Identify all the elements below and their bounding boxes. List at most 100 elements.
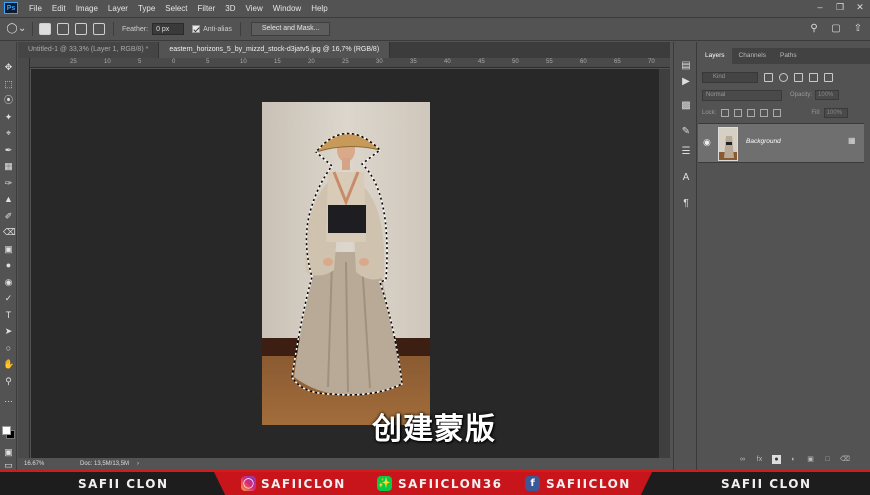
menu-window[interactable]: Window xyxy=(273,4,301,13)
quick-mask-icon[interactable]: ▣ xyxy=(3,447,14,458)
lock-all-icon[interactable] xyxy=(773,109,782,117)
layer-row-background[interactable]: ◉ Background ▦ xyxy=(698,123,864,163)
crop-tool-icon[interactable]: ⌖ xyxy=(3,128,14,139)
adjustments-panel-icon[interactable]: ✎ xyxy=(680,126,692,138)
link-icon[interactable]: ∞ xyxy=(738,455,747,464)
type-tool-icon[interactable]: T xyxy=(3,310,14,321)
tab-paths[interactable]: Paths xyxy=(773,48,804,64)
search-icon[interactable]: ⚲ xyxy=(808,23,820,35)
lasso-tool-icon[interactable]: ◯ xyxy=(6,23,18,35)
smart-object-filter-icon[interactable] xyxy=(824,72,833,82)
shape-filter-icon[interactable] xyxy=(809,72,818,82)
path-selection-icon[interactable]: ➤ xyxy=(3,326,14,337)
gradient-tool-icon[interactable]: ▣ xyxy=(3,244,14,255)
menu-file[interactable]: File xyxy=(29,4,42,13)
add-mask-icon[interactable]: ● xyxy=(772,455,781,464)
kind-filter-select[interactable]: Kind xyxy=(702,71,758,83)
menu-edit[interactable]: Edit xyxy=(52,4,66,13)
lock-image-icon[interactable] xyxy=(734,109,743,117)
share-icon[interactable]: ⇧ xyxy=(852,23,864,35)
hand-tool-icon[interactable]: ✋ xyxy=(3,359,14,370)
divider xyxy=(239,22,241,36)
chevron-down-icon[interactable]: ⌄ xyxy=(18,23,26,35)
clone-stamp-icon[interactable]: ▲ xyxy=(3,194,14,205)
close-icon[interactable]: ✕ xyxy=(854,2,866,12)
brush-tool-icon[interactable]: ✑ xyxy=(3,178,14,189)
menu-select[interactable]: Select xyxy=(165,4,187,13)
horizontal-ruler: 25 10 5 0 5 10 15 20 25 30 35 40 45 50 55 60 65 70 xyxy=(30,58,670,68)
menu-bar: Ps File Edit Image Layer Type Select Fil… xyxy=(0,0,870,16)
add-to-selection-icon[interactable] xyxy=(57,23,69,35)
properties-panel-icon[interactable]: ☰ xyxy=(680,146,692,158)
tab-eastern-horizons[interactable]: eastern_horizons_5_by_mizzd_stock-d3jatv… xyxy=(159,42,391,58)
menu-type[interactable]: Type xyxy=(138,4,155,13)
more-tools-icon[interactable]: … xyxy=(3,394,14,405)
menu-3d[interactable]: 3D xyxy=(225,4,235,13)
fill-input[interactable]: 100% xyxy=(823,108,848,118)
zoom-level[interactable]: 16.67% xyxy=(24,461,64,467)
tab-layers[interactable]: Layers xyxy=(698,48,732,64)
lock-transparent-icon[interactable] xyxy=(721,109,730,117)
libraries-panel-icon[interactable]: ▩ xyxy=(680,100,692,112)
menu-filter[interactable]: Filter xyxy=(198,4,216,13)
adjustment-filter-icon[interactable] xyxy=(779,72,788,82)
menu-help[interactable]: Help xyxy=(311,4,327,13)
character-panel-icon[interactable]: A xyxy=(680,172,692,184)
eyedropper-icon[interactable]: ✒ xyxy=(3,145,14,156)
zoom-tool-icon[interactable]: ⚲ xyxy=(3,376,14,387)
healing-brush-icon[interactable]: ▦ xyxy=(3,161,14,172)
ruler-tick-label: 20 xyxy=(308,59,315,65)
pixel-filter-icon[interactable] xyxy=(764,72,773,82)
tab-channels[interactable]: Channels xyxy=(732,48,773,64)
menu-image[interactable]: Image xyxy=(76,4,98,13)
eye-icon[interactable]: ◉ xyxy=(703,138,713,147)
lock-artboard-icon[interactable] xyxy=(760,109,769,117)
intersect-selection-icon[interactable] xyxy=(93,23,105,35)
ruler-tick-label: 5 xyxy=(138,59,142,65)
document-tabs: Untitled-1 @ 33,3% (Layer 1, RGB/8) * ea… xyxy=(18,42,670,58)
vertical-scrollbar[interactable] xyxy=(659,69,670,458)
workspace-icon[interactable]: ▢ xyxy=(830,23,842,35)
opacity-label: Opacity: xyxy=(790,92,813,98)
menu-layer[interactable]: Layer xyxy=(108,4,128,13)
blend-mode-select[interactable]: Normal xyxy=(702,89,782,101)
type-filter-icon[interactable] xyxy=(794,72,803,82)
history-panel-icon[interactable]: ▤ xyxy=(680,60,692,72)
dodge-tool-icon[interactable]: ◉ xyxy=(3,277,14,288)
eraser-icon[interactable]: ⌫ xyxy=(3,227,16,238)
adjustment-layer-icon[interactable]: ◐ xyxy=(789,455,798,464)
blur-tool-icon[interactable]: ● xyxy=(3,260,14,271)
foreground-color-swatch[interactable] xyxy=(2,426,11,435)
restore-icon[interactable]: ❐ xyxy=(834,2,846,12)
lock-icon[interactable]: ▦ xyxy=(848,137,856,145)
new-selection-icon[interactable] xyxy=(39,23,51,35)
ellipse-tool-icon[interactable]: ○ xyxy=(3,343,14,354)
tab-untitled[interactable]: Untitled-1 @ 33,3% (Layer 1, RGB/8) * xyxy=(18,42,160,58)
chevron-right-icon[interactable]: › xyxy=(137,461,139,467)
lasso-tool-icon[interactable]: ⦿ xyxy=(3,95,14,106)
move-tool-icon[interactable]: ✥ xyxy=(3,62,14,73)
paragraph-panel-icon[interactable]: ¶ xyxy=(680,198,692,210)
actions-panel-icon[interactable]: ▶ xyxy=(680,76,692,88)
delete-layer-icon[interactable]: ⌫ xyxy=(840,455,850,464)
subtract-from-selection-icon[interactable] xyxy=(75,23,87,35)
group-icon[interactable]: ▣ xyxy=(806,455,815,464)
layers-panel-tabs: Layers Channels Paths xyxy=(698,48,870,64)
lock-position-icon[interactable] xyxy=(747,109,756,117)
marquee-tool-icon[interactable]: ⬚ xyxy=(3,79,14,90)
document-image[interactable] xyxy=(262,102,430,425)
quick-selection-icon[interactable]: ✦ xyxy=(3,112,14,123)
pen-tool-icon[interactable]: ✓ xyxy=(3,293,14,304)
history-brush-icon[interactable]: ✐ xyxy=(3,211,14,222)
fx-icon[interactable]: fx xyxy=(755,455,764,464)
feather-input[interactable] xyxy=(152,23,185,35)
menu-view[interactable]: View xyxy=(246,4,263,13)
divider xyxy=(32,22,33,36)
new-layer-icon[interactable]: □ xyxy=(823,455,832,464)
minimize-icon[interactable]: – xyxy=(814,2,826,12)
layer-name[interactable]: Background xyxy=(746,138,781,145)
photoshop-logo[interactable]: Ps xyxy=(4,2,18,14)
select-and-mask-button[interactable]: Select and Mask... xyxy=(250,22,331,36)
antialias-checkbox[interactable] xyxy=(192,25,201,33)
opacity-input[interactable]: 100% xyxy=(815,90,840,100)
